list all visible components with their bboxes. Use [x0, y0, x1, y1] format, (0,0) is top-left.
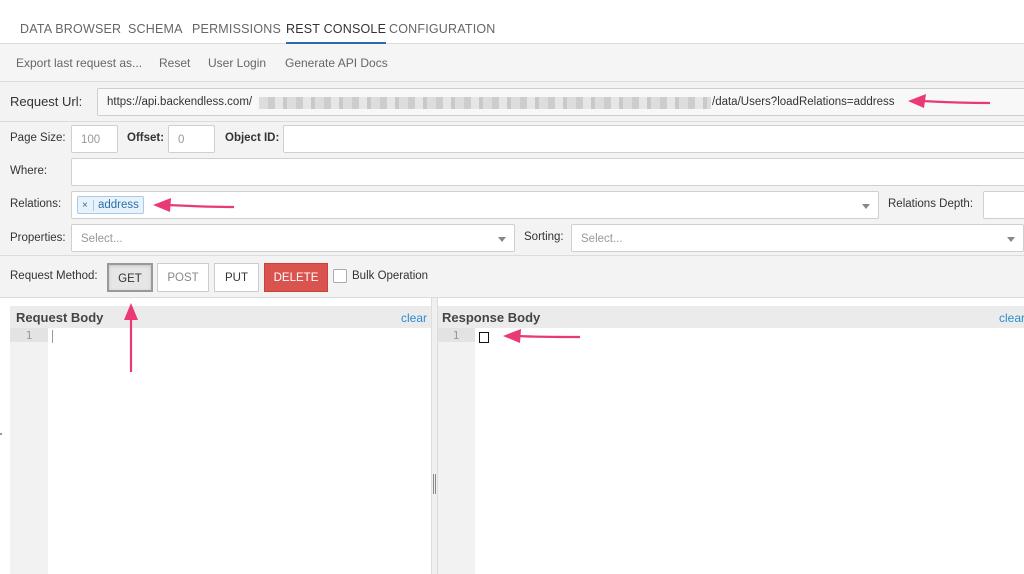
chevron-down-icon	[1007, 237, 1015, 242]
relation-tag-address: × address	[77, 196, 144, 214]
request-url-field[interactable]: https://api.backendless.com/ /data/Users…	[97, 88, 1024, 116]
request-body-gutter	[10, 328, 48, 574]
relations-depth-label: Relations Depth:	[888, 198, 974, 210]
offset-input[interactable]: 0	[168, 125, 215, 153]
tab-permissions[interactable]: PERMISSIONS	[192, 22, 281, 36]
main-tabs: DATA BROWSER SCHEMA PERMISSIONS REST CON…	[0, 0, 1024, 44]
method-put-button[interactable]: PUT	[214, 263, 259, 292]
relation-tag-label: address	[98, 199, 139, 211]
response-body-pane: Response Body clear 1	[437, 306, 1024, 574]
request-body-pane: Request Body clear 1	[10, 306, 431, 574]
request-url-prefix: https://api.backendless.com/	[107, 96, 253, 108]
request-url-label: Request Url:	[10, 94, 83, 109]
offset-label: Offset:	[127, 132, 165, 144]
page-size-input[interactable]: 100	[71, 125, 118, 153]
chevron-down-icon	[862, 204, 870, 209]
request-body-title: Request Body	[16, 310, 104, 325]
text-cursor	[52, 330, 53, 343]
response-body-editor[interactable]	[475, 328, 1024, 574]
sorting-select[interactable]: Select...	[571, 224, 1024, 252]
reset-link[interactable]: Reset	[159, 56, 190, 70]
left-edge-mark	[0, 433, 2, 435]
response-body-clear-button[interactable]: clear	[999, 311, 1024, 325]
response-body-title: Response Body	[442, 310, 541, 325]
tab-data-browser[interactable]: DATA BROWSER	[20, 22, 121, 36]
response-body-gutter	[437, 328, 475, 574]
properties-placeholder: Select...	[81, 233, 123, 245]
request-url-row: Request Url: https://api.backendless.com…	[0, 82, 1024, 122]
generate-api-docs-link[interactable]: Generate API Docs	[285, 56, 388, 70]
sorting-placeholder: Select...	[581, 233, 623, 245]
response-body-line-number: 1	[437, 328, 475, 342]
console-toolbar: Export last request as... Reset User Log…	[0, 44, 1024, 82]
request-body-line-number: 1	[10, 328, 48, 342]
request-method-row: Request Method: GET POST PUT DELETE Bulk…	[0, 256, 1024, 298]
method-delete-button[interactable]: DELETE	[264, 263, 328, 292]
request-body-clear-button[interactable]: clear	[401, 311, 427, 325]
relations-label: Relations:	[10, 198, 62, 210]
request-params: Page Size: 100 Offset: 0 Object ID: Wher…	[0, 122, 1024, 256]
redacted-app-id	[259, 97, 711, 109]
chevron-down-icon	[498, 237, 506, 242]
empty-box-glyph	[479, 331, 489, 343]
response-body-header: Response Body clear	[437, 306, 1024, 328]
relations-depth-input[interactable]	[983, 191, 1024, 219]
object-id-label: Object ID:	[225, 132, 280, 144]
tab-schema[interactable]: SCHEMA	[128, 22, 183, 36]
page-size-label: Page Size:	[10, 132, 66, 144]
method-get-button[interactable]: GET	[107, 263, 153, 292]
remove-tag-icon[interactable]: ×	[82, 200, 94, 211]
bulk-operation-checkbox[interactable]	[333, 269, 347, 283]
bulk-operation-label: Bulk Operation	[352, 270, 429, 282]
where-label: Where:	[10, 165, 48, 177]
pane-splitter[interactable]	[431, 298, 438, 574]
properties-select[interactable]: Select...	[71, 224, 515, 252]
splitter-grip-icon[interactable]	[433, 474, 436, 494]
where-input[interactable]	[71, 158, 1024, 186]
sorting-label: Sorting:	[524, 231, 564, 243]
properties-label: Properties:	[10, 232, 66, 244]
method-post-button[interactable]: POST	[157, 263, 209, 292]
user-login-link[interactable]: User Login	[208, 56, 266, 70]
tab-rest-console[interactable]: REST CONSOLE	[286, 22, 387, 44]
request-body-editor[interactable]	[48, 328, 431, 574]
request-body-header: Request Body clear	[10, 306, 431, 328]
request-method-label: Request Method:	[10, 270, 98, 282]
relations-select[interactable]: × address	[71, 191, 879, 219]
editor-area: Request Body clear 1 Response Body clear…	[0, 298, 1024, 574]
object-id-input[interactable]	[283, 125, 1024, 153]
request-url-suffix: /data/Users?loadRelations=address	[712, 96, 895, 108]
export-last-request-link[interactable]: Export last request as...	[16, 56, 142, 70]
tab-configuration[interactable]: CONFIGURATION	[389, 22, 496, 36]
